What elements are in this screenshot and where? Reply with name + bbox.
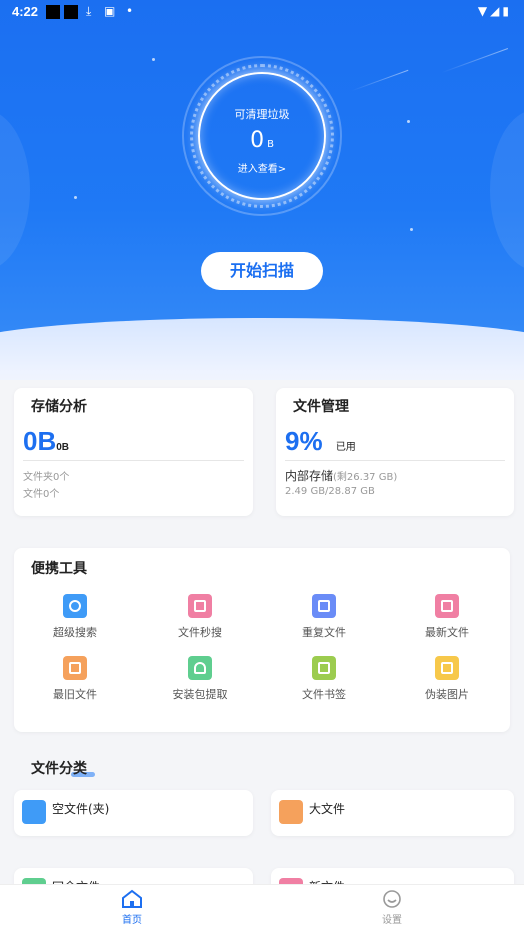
android-icon bbox=[188, 656, 212, 680]
tool-super-search[interactable]: 超级搜索 bbox=[25, 594, 125, 640]
view-details-link[interactable]: 进入查看> bbox=[198, 160, 326, 175]
status-time: 4:22 bbox=[12, 4, 39, 19]
storage-usage: 2.49 GB/28.87 GB bbox=[285, 486, 375, 497]
nav-settings[interactable]: 设置 bbox=[362, 889, 422, 926]
tool-label: 安装包提取 bbox=[172, 688, 228, 701]
large-file-icon bbox=[279, 800, 303, 824]
file-management-card[interactable]: 文件管理 9% 已用 内部存储(剩26.37 GB) 2.49 GB/28.87… bbox=[276, 388, 514, 516]
search-icon bbox=[63, 594, 87, 618]
sparkle bbox=[407, 120, 410, 123]
card-title: 便携工具 bbox=[31, 558, 95, 578]
folder-count: 文件夹0个 bbox=[23, 472, 70, 483]
notification-icon bbox=[64, 5, 78, 19]
tool-file-quick-search[interactable]: 文件秒搜 bbox=[150, 594, 250, 640]
status-bar: 4:22 ⤓ ▣ • ▼◢▮ bbox=[0, 0, 524, 24]
tool-label: 伪装图片 bbox=[425, 688, 469, 701]
usage-percent-value: 9% bbox=[285, 426, 323, 456]
tool-apk-extract[interactable]: 安装包提取 bbox=[150, 656, 250, 702]
sparkle bbox=[74, 196, 77, 199]
tool-duplicate-files[interactable]: 重复文件 bbox=[274, 594, 374, 640]
storage-analysis-card[interactable]: 存储分析 0B0B 文件夹0个 文件0个 bbox=[14, 388, 253, 516]
image-icon bbox=[435, 656, 459, 680]
decor-orb-right bbox=[490, 110, 524, 270]
junk-summary[interactable]: 可清理垃圾 0B 进入查看> bbox=[198, 72, 326, 200]
storage-size: 0B0B bbox=[23, 426, 69, 457]
duplicate-icon bbox=[312, 594, 336, 618]
decor-streak bbox=[441, 48, 509, 73]
storage-title: 存储分析 bbox=[31, 399, 87, 415]
category-large-files[interactable]: 大文件 bbox=[271, 790, 514, 836]
internal-storage: 内部存储(剩26.37 GB) bbox=[285, 467, 397, 484]
storage-size-value: 0B bbox=[23, 426, 57, 456]
category-label: 空文件(夹) bbox=[52, 802, 110, 816]
file-mgmt-title: 文件管理 bbox=[293, 399, 349, 415]
tool-label: 文件秒搜 bbox=[178, 626, 222, 639]
nav-home-label: 首页 bbox=[122, 915, 142, 926]
hero-section: 4:22 ⤓ ▣ • ▼◢▮ 可清理垃圾 0B 进入查看> 开始扫描 bbox=[0, 0, 524, 380]
empty-folder-icon bbox=[22, 800, 46, 824]
remaining-space: (剩26.37 GB) bbox=[333, 472, 398, 483]
bottom-nav: 首页 设置 bbox=[0, 884, 524, 932]
archive-icon bbox=[63, 656, 87, 680]
tool-label: 重复文件 bbox=[302, 626, 346, 639]
wifi-icon: ▼ bbox=[477, 4, 491, 18]
storage-size-unit: 0B bbox=[56, 442, 70, 453]
hero-wave bbox=[0, 318, 524, 380]
download-icon: ⤓ bbox=[86, 4, 92, 18]
categories-title: 文件分类 bbox=[31, 761, 87, 777]
dot-icon: • bbox=[126, 4, 134, 18]
signal-icon: ◢ bbox=[490, 4, 503, 18]
decor-orb-left bbox=[0, 110, 30, 270]
divider bbox=[285, 460, 505, 461]
sparkle bbox=[152, 58, 155, 61]
usage-percent: 9% 已用 bbox=[285, 426, 356, 457]
start-scan-button[interactable]: 开始扫描 bbox=[201, 252, 323, 290]
nav-settings-label: 设置 bbox=[382, 915, 402, 926]
home-icon bbox=[122, 889, 142, 908]
decor-streak bbox=[351, 69, 409, 92]
tool-oldest-files[interactable]: 最旧文件 bbox=[25, 656, 125, 702]
tool-label: 文件书签 bbox=[302, 688, 346, 701]
card-title: 文件管理 bbox=[293, 396, 357, 416]
tool-newest-files[interactable]: 最新文件 bbox=[397, 594, 497, 640]
junk-label: 可清理垃圾 bbox=[234, 108, 290, 121]
junk-size: 0B bbox=[198, 128, 326, 153]
category-empty-folders[interactable]: 空文件(夹) bbox=[14, 790, 253, 836]
bookmark-icon bbox=[312, 656, 336, 680]
tool-disguised-images[interactable]: 伪装图片 bbox=[397, 656, 497, 702]
junk-unit: B bbox=[267, 139, 274, 150]
junk-value: 0 bbox=[250, 128, 265, 153]
notification-icon bbox=[46, 5, 60, 19]
section-title: 文件分类 bbox=[31, 758, 95, 778]
tool-file-bookmarks[interactable]: 文件书签 bbox=[274, 656, 374, 702]
divider bbox=[23, 460, 244, 461]
app-notification-icon: ▣ bbox=[104, 4, 116, 18]
sparkle bbox=[410, 228, 413, 231]
category-label: 大文件 bbox=[309, 802, 346, 816]
system-icons: ▼◢▮ bbox=[478, 4, 512, 18]
settings-face-icon bbox=[383, 890, 401, 908]
file-count: 文件0个 bbox=[23, 489, 60, 500]
battery-icon: ▮ bbox=[502, 4, 512, 18]
tools-title: 便携工具 bbox=[31, 561, 87, 577]
tool-label: 最新文件 bbox=[425, 626, 469, 639]
portable-tools-card: 便携工具 超级搜索 文件秒搜 重复文件 最新文件 最旧文件 安装包提取 文件书签… bbox=[14, 548, 510, 732]
internal-storage-label: 内部存储 bbox=[285, 469, 334, 483]
tool-label: 最旧文件 bbox=[53, 688, 97, 701]
nav-home[interactable]: 首页 bbox=[102, 889, 162, 926]
tool-label: 超级搜索 bbox=[53, 626, 97, 639]
document-icon bbox=[188, 594, 212, 618]
card-title: 存储分析 bbox=[31, 396, 95, 416]
used-label: 已用 bbox=[335, 442, 356, 453]
new-file-icon bbox=[435, 594, 459, 618]
